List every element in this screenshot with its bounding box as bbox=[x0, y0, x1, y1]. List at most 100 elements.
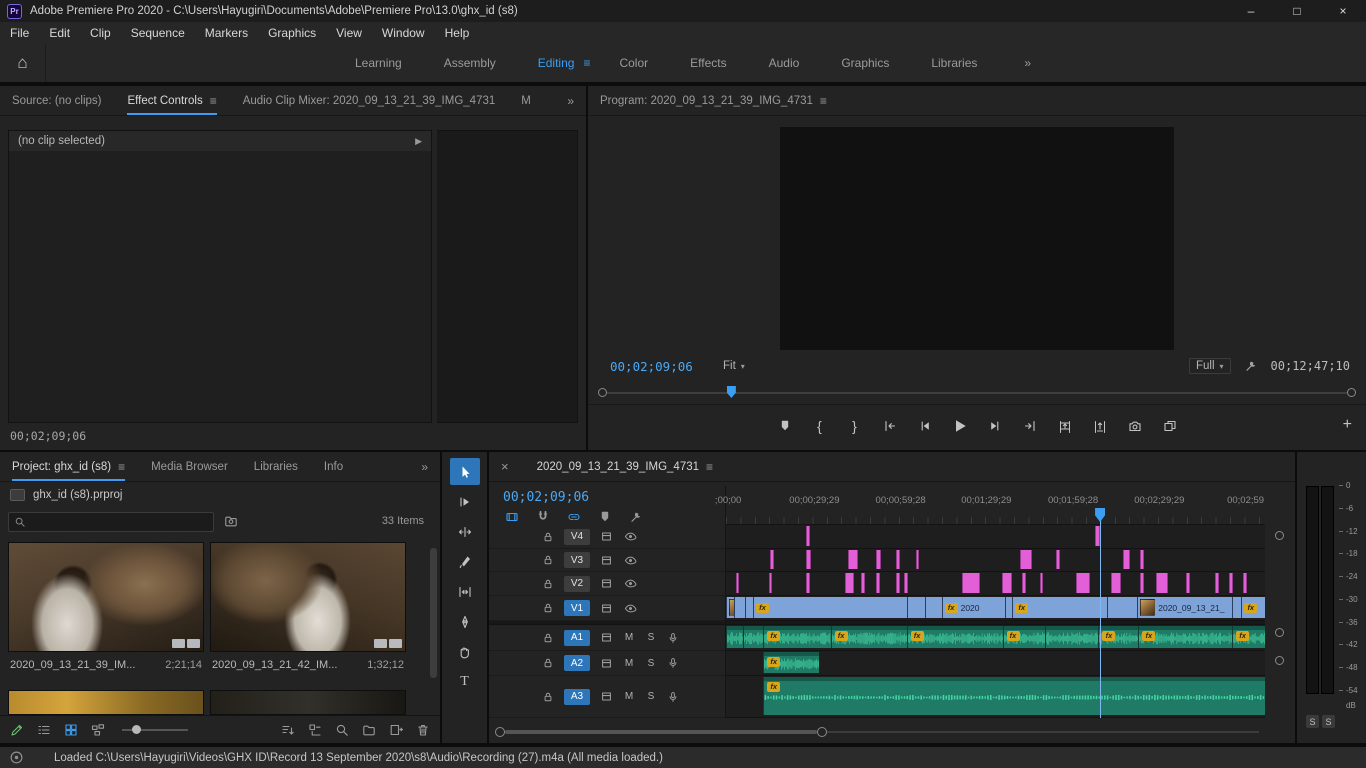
workspace-tab-color[interactable]: Color bbox=[598, 56, 669, 70]
video-clip[interactable] bbox=[736, 573, 740, 593]
menu-file[interactable]: File bbox=[0, 22, 39, 44]
workspace-tab-menu-icon[interactable]: ≡ bbox=[583, 56, 590, 70]
timeline-settings-button[interactable] bbox=[629, 510, 643, 524]
video-clip[interactable] bbox=[769, 573, 773, 593]
sync-lock-icon[interactable] bbox=[600, 602, 613, 615]
track-lock-icon[interactable] bbox=[542, 602, 554, 614]
track-lock-icon[interactable] bbox=[542, 531, 554, 543]
snap-button[interactable] bbox=[536, 510, 550, 524]
video-clip[interactable] bbox=[726, 597, 734, 618]
pen-tool[interactable] bbox=[450, 608, 480, 635]
video-clip[interactable] bbox=[1100, 597, 1107, 618]
workspace-tab-effects[interactable]: Effects bbox=[669, 56, 747, 70]
find-button[interactable] bbox=[335, 723, 349, 737]
close-icon[interactable]: × bbox=[1320, 0, 1366, 22]
track-target-V4[interactable]: V4 bbox=[564, 529, 590, 545]
video-clip[interactable] bbox=[907, 597, 925, 618]
scroll-handle[interactable] bbox=[1275, 656, 1284, 665]
video-clip[interactable] bbox=[1040, 573, 1044, 593]
solo-left-button[interactable]: S bbox=[1306, 715, 1319, 728]
toggle-track-output-eye-icon[interactable] bbox=[623, 530, 638, 543]
video-clip[interactable] bbox=[1111, 573, 1121, 593]
menu-sequence[interactable]: Sequence bbox=[121, 22, 195, 44]
video-clip[interactable] bbox=[876, 550, 880, 569]
video-clip[interactable] bbox=[745, 597, 753, 618]
track-target-A2[interactable]: A2 bbox=[564, 655, 590, 671]
home-icon[interactable]: ⌂ bbox=[0, 44, 46, 82]
video-clip[interactable] bbox=[1002, 573, 1012, 593]
solo-right-button[interactable]: S bbox=[1322, 715, 1335, 728]
video-clip[interactable] bbox=[806, 573, 810, 593]
timeline-ruler[interactable]: ;00;0000;00;29;2900;00;59;2800;01;29;290… bbox=[726, 486, 1265, 525]
tab-media-browser[interactable]: Media Browser bbox=[151, 452, 228, 481]
menu-graphics[interactable]: Graphics bbox=[258, 22, 326, 44]
video-clip[interactable]: fx2020 bbox=[942, 597, 1005, 618]
video-clip[interactable] bbox=[876, 573, 880, 593]
minimize-icon[interactable]: – bbox=[1228, 0, 1274, 22]
audio-clip[interactable] bbox=[726, 626, 743, 648]
menu-markers[interactable]: Markers bbox=[195, 22, 258, 44]
solo-button[interactable]: S bbox=[645, 632, 657, 643]
mute-button[interactable]: M bbox=[623, 691, 635, 702]
tab-audio-clip-mixer-2020-09-13-21-39-img-4731[interactable]: Audio Clip Mixer: 2020_09_13_21_39_IMG_4… bbox=[243, 86, 496, 115]
search-box[interactable] bbox=[8, 512, 214, 532]
menu-help[interactable]: Help bbox=[435, 22, 480, 44]
audio-clip[interactable]: fx bbox=[1098, 626, 1138, 648]
workspace-tab-graphics[interactable]: Graphics bbox=[820, 56, 910, 70]
mark-in-button[interactable]: { bbox=[806, 414, 833, 438]
audio-clip[interactable] bbox=[743, 626, 763, 648]
audio-clip[interactable] bbox=[1045, 626, 1099, 648]
scrubber-track[interactable] bbox=[607, 392, 1347, 394]
toggle-track-output-eye-icon[interactable] bbox=[623, 577, 638, 590]
video-clip[interactable] bbox=[1020, 550, 1032, 569]
search-input[interactable] bbox=[31, 516, 208, 528]
audio-clip[interactable]: fx bbox=[907, 626, 1003, 648]
audio-clip[interactable]: fx bbox=[1003, 626, 1045, 648]
go-to-in-button[interactable] bbox=[876, 414, 903, 438]
voiceover-record-mic-icon[interactable] bbox=[667, 657, 679, 669]
extract-button[interactable] bbox=[1086, 414, 1113, 438]
timeline-timecode[interactable]: 00;02;09;06 bbox=[503, 490, 589, 505]
track-target-A3[interactable]: A3 bbox=[564, 689, 590, 705]
zoom-level-select[interactable]: Fit ▾ bbox=[723, 360, 745, 372]
maximize-icon[interactable]: □ bbox=[1274, 0, 1320, 22]
selection-tool[interactable] bbox=[450, 458, 480, 485]
timeline-vertical-scrollbar[interactable] bbox=[1272, 452, 1288, 743]
razor-tool[interactable] bbox=[450, 548, 480, 575]
tab-source-no-clips[interactable]: Source: (no clips) bbox=[12, 86, 101, 115]
track-lock-icon[interactable] bbox=[542, 554, 554, 566]
scrubber-zoom-handle-right[interactable] bbox=[1347, 388, 1356, 397]
video-clip[interactable] bbox=[1140, 573, 1144, 593]
audio-clip[interactable]: fx bbox=[1232, 626, 1265, 648]
workspace-tab-learning[interactable]: Learning bbox=[334, 56, 423, 70]
sequence-tab[interactable]: 2020_09_13_21_39_IMG_4731 ≡ bbox=[537, 452, 713, 481]
add-button[interactable]: + bbox=[1343, 404, 1352, 446]
search-bin-icon[interactable] bbox=[224, 514, 238, 528]
add-marker-button[interactable] bbox=[598, 510, 612, 524]
type-tool[interactable]: T bbox=[450, 668, 480, 695]
video-clip[interactable] bbox=[962, 573, 981, 593]
menu-window[interactable]: Window bbox=[372, 22, 435, 44]
scrubber-zoom-handle-left[interactable] bbox=[598, 388, 607, 397]
clip-thumbnail[interactable] bbox=[8, 690, 204, 715]
track-lock-icon[interactable] bbox=[542, 691, 554, 703]
audio-clip[interactable]: fx bbox=[763, 626, 830, 648]
step-back-button[interactable] bbox=[911, 414, 938, 438]
track-lock-icon[interactable] bbox=[542, 657, 554, 669]
panel-overflow-icon[interactable]: » bbox=[567, 94, 574, 108]
solo-button[interactable]: S bbox=[645, 691, 657, 702]
workspace-tab-libraries[interactable]: Libraries bbox=[910, 56, 998, 70]
export-frame-button[interactable] bbox=[1121, 414, 1148, 438]
sync-lock-icon[interactable] bbox=[600, 554, 613, 567]
workspace-tab-audio[interactable]: Audio bbox=[748, 56, 821, 70]
audio-clip[interactable]: fx bbox=[831, 626, 907, 648]
panel-menu-icon[interactable]: ≡ bbox=[210, 94, 217, 108]
clip-thumbnail[interactable] bbox=[210, 690, 406, 715]
video-clip[interactable] bbox=[1229, 573, 1233, 593]
video-clip[interactable] bbox=[806, 526, 810, 546]
tab-libraries[interactable]: Libraries bbox=[254, 452, 298, 481]
add-marker-button[interactable] bbox=[771, 414, 798, 438]
writable-pencil-button[interactable] bbox=[10, 723, 24, 737]
thumbnail-zoom-slider[interactable] bbox=[122, 723, 188, 737]
track-lock-icon[interactable] bbox=[542, 578, 554, 590]
